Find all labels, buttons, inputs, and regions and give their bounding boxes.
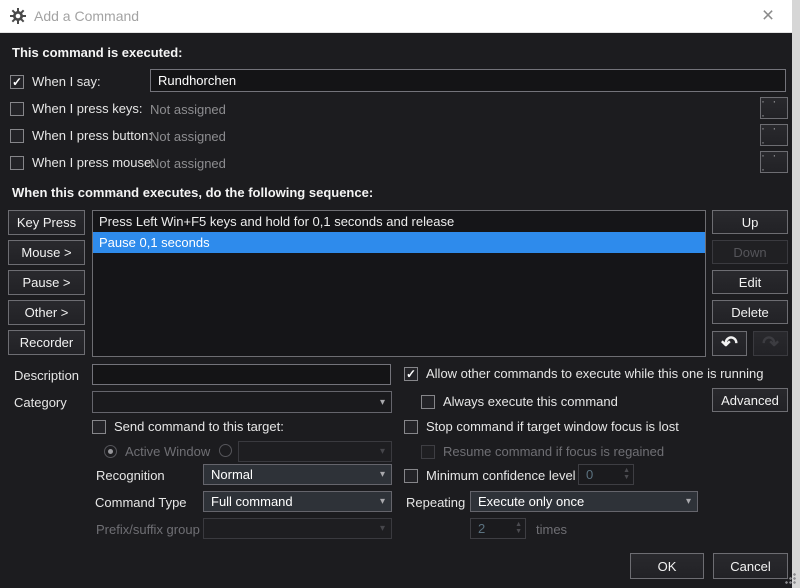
times-label: times bbox=[536, 522, 568, 537]
redo-button: ↷ bbox=[753, 331, 788, 356]
resize-grip[interactable] bbox=[785, 573, 797, 585]
when-press-keys-checkbox[interactable]: When I press keys: bbox=[10, 101, 143, 116]
send-target-checkbox[interactable]: Send command to this target: bbox=[92, 419, 284, 434]
active-window-radio: Active Window bbox=[104, 444, 210, 459]
repeat-count-spinner: 2 ▲ ▼ bbox=[470, 518, 526, 539]
edit-button[interactable]: Edit bbox=[712, 270, 788, 294]
chevron-down-icon: ▾ bbox=[379, 496, 385, 507]
mouse-assignment: Not assigned bbox=[150, 156, 226, 171]
chevron-down-icon: ▾ bbox=[379, 396, 385, 408]
check-icon: ✓ bbox=[11, 74, 23, 89]
recognition-label: Recognition bbox=[96, 468, 165, 483]
resume-command-checkbox: Resume command if focus is regained bbox=[421, 444, 664, 459]
title-bar: Add a Command × bbox=[0, 0, 792, 33]
undo-icon: ↶ bbox=[721, 332, 738, 355]
list-item-selected[interactable]: Pause 0,1 seconds bbox=[93, 232, 705, 253]
close-icon[interactable]: × bbox=[756, 4, 780, 28]
when-i-say-checkbox[interactable]: ✓ When I say: bbox=[10, 74, 101, 89]
when-press-button-checkbox[interactable]: When I press button: bbox=[10, 128, 152, 143]
specific-window-radio bbox=[219, 444, 232, 457]
check-icon: ✓ bbox=[405, 366, 417, 381]
chevron-down-icon: ▾ bbox=[379, 446, 385, 457]
up-button[interactable]: Up bbox=[712, 210, 788, 234]
down-button: Down bbox=[712, 240, 788, 264]
spin-down-icon: ▼ bbox=[515, 528, 522, 535]
target-window-dropdown: ▾ bbox=[238, 441, 392, 462]
command-type-dropdown[interactable]: Full command ▾ bbox=[203, 491, 392, 512]
prefix-suffix-label: Prefix/suffix group bbox=[96, 522, 200, 537]
description-label: Description bbox=[14, 368, 80, 383]
gear-icon bbox=[10, 8, 26, 24]
key-press-button[interactable]: Key Press bbox=[8, 210, 85, 235]
executed-header: This command is executed: bbox=[12, 45, 183, 60]
allow-other-commands-checkbox[interactable]: ✓ Allow other commands to execute while … bbox=[404, 366, 763, 381]
add-command-dialog: Add a Command × This command is executed… bbox=[0, 0, 792, 588]
keys-assignment: Not assigned bbox=[150, 102, 226, 117]
description-input[interactable] bbox=[92, 364, 391, 385]
recorder-button[interactable]: Recorder bbox=[8, 330, 85, 355]
repeating-dropdown[interactable]: Execute only once ▾ bbox=[470, 491, 698, 512]
other-menu-button[interactable]: Other > bbox=[8, 300, 85, 325]
when-press-mouse-checkbox[interactable]: When I press mouse: bbox=[10, 155, 155, 170]
window-title: Add a Command bbox=[34, 8, 140, 24]
recognition-dropdown[interactable]: Normal ▾ bbox=[203, 464, 392, 485]
redo-icon: ↷ bbox=[762, 332, 779, 355]
advanced-button[interactable]: Advanced bbox=[712, 388, 788, 412]
min-confidence-checkbox[interactable]: Minimum confidence level bbox=[404, 468, 576, 483]
prefix-suffix-dropdown: ▾ bbox=[203, 518, 392, 539]
category-dropdown[interactable]: ▾ bbox=[92, 391, 392, 413]
cancel-button[interactable]: Cancel bbox=[713, 553, 788, 579]
button-assignment: Not assigned bbox=[150, 129, 226, 144]
action-sequence-list: Press Left Win+F5 keys and hold for 0,1 … bbox=[92, 210, 706, 357]
delete-button[interactable]: Delete bbox=[712, 300, 788, 324]
chevron-down-icon: ▾ bbox=[685, 496, 691, 507]
sequence-header: When this command executes, do the follo… bbox=[12, 185, 374, 200]
undo-button[interactable]: ↶ bbox=[712, 331, 747, 356]
pause-menu-button[interactable]: Pause > bbox=[8, 270, 85, 295]
command-type-label: Command Type bbox=[95, 495, 187, 510]
ok-button[interactable]: OK bbox=[630, 553, 704, 579]
category-label: Category bbox=[14, 395, 67, 410]
spin-down-icon: ▼ bbox=[623, 474, 630, 481]
assign-mouse-button[interactable]: · · · bbox=[760, 148, 788, 176]
chevron-down-icon: ▾ bbox=[379, 469, 385, 480]
chevron-down-icon: ▾ bbox=[379, 523, 385, 534]
stop-command-checkbox[interactable]: Stop command if target window focus is l… bbox=[404, 419, 679, 434]
assign-button-button[interactable]: · · · bbox=[760, 121, 788, 149]
always-execute-checkbox[interactable]: Always execute this command bbox=[421, 394, 618, 409]
repeating-label: Repeating bbox=[406, 495, 466, 510]
spoken-phrase-input[interactable] bbox=[150, 69, 786, 92]
min-confidence-spinner: 0 ▲ ▼ bbox=[578, 464, 634, 485]
assign-keys-button[interactable]: · · · bbox=[760, 94, 788, 122]
list-item[interactable]: Press Left Win+F5 keys and hold for 0,1 … bbox=[93, 211, 705, 232]
mouse-menu-button[interactable]: Mouse > bbox=[8, 240, 85, 265]
